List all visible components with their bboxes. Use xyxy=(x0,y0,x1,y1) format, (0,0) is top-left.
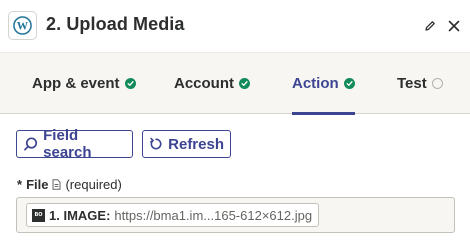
close-icon xyxy=(448,20,460,32)
step-header: W 2. Upload Media xyxy=(0,0,470,52)
document-icon xyxy=(52,178,61,190)
field-search-label: Field search xyxy=(43,127,92,161)
tab-account[interactable]: Account xyxy=(174,53,250,114)
tab-label: Account xyxy=(174,75,234,92)
step-tabs: App & event Account Action Test xyxy=(0,52,470,115)
check-circle-icon xyxy=(239,78,250,89)
tab-action[interactable]: Action xyxy=(292,53,355,115)
step-title: 2. Upload Media xyxy=(46,14,185,34)
tab-label: Test xyxy=(397,75,427,92)
tab-label: App & event xyxy=(32,75,120,92)
refresh-label: Refresh xyxy=(168,135,224,153)
mapped-field-token[interactable]: BO 1. IMAGE: https://bma1.im...165-612×6… xyxy=(26,203,320,227)
wordpress-icon: W xyxy=(8,11,37,40)
file-input[interactable]: BO 1. IMAGE: https://bma1.im...165-612×6… xyxy=(16,197,455,233)
check-circle-icon xyxy=(343,78,355,89)
tab-app-event[interactable]: App & event xyxy=(32,53,136,114)
refresh-icon xyxy=(150,137,162,150)
token-value: https://bma1.im...165-612×612.jpg xyxy=(114,207,313,223)
svg-text:W: W xyxy=(17,20,29,32)
empty-circle-icon xyxy=(431,78,443,89)
token-key: 1. IMAGE: xyxy=(49,207,111,223)
check-circle-icon xyxy=(124,78,136,89)
file-field-label: * File (required) xyxy=(17,176,122,192)
required-text: (required) xyxy=(65,176,122,192)
tab-label: Action xyxy=(292,75,339,92)
close-button[interactable] xyxy=(444,16,464,36)
refresh-button[interactable]: Refresh xyxy=(142,130,231,158)
tab-test[interactable]: Test xyxy=(397,53,443,114)
field-name: File xyxy=(26,176,49,192)
edit-title-button[interactable] xyxy=(420,16,440,36)
required-marker: * xyxy=(17,176,23,192)
pencil-icon xyxy=(425,21,435,31)
field-search-button[interactable]: Field search xyxy=(16,127,133,161)
bo-app-icon: BO xyxy=(32,208,45,222)
search-icon xyxy=(24,137,38,151)
